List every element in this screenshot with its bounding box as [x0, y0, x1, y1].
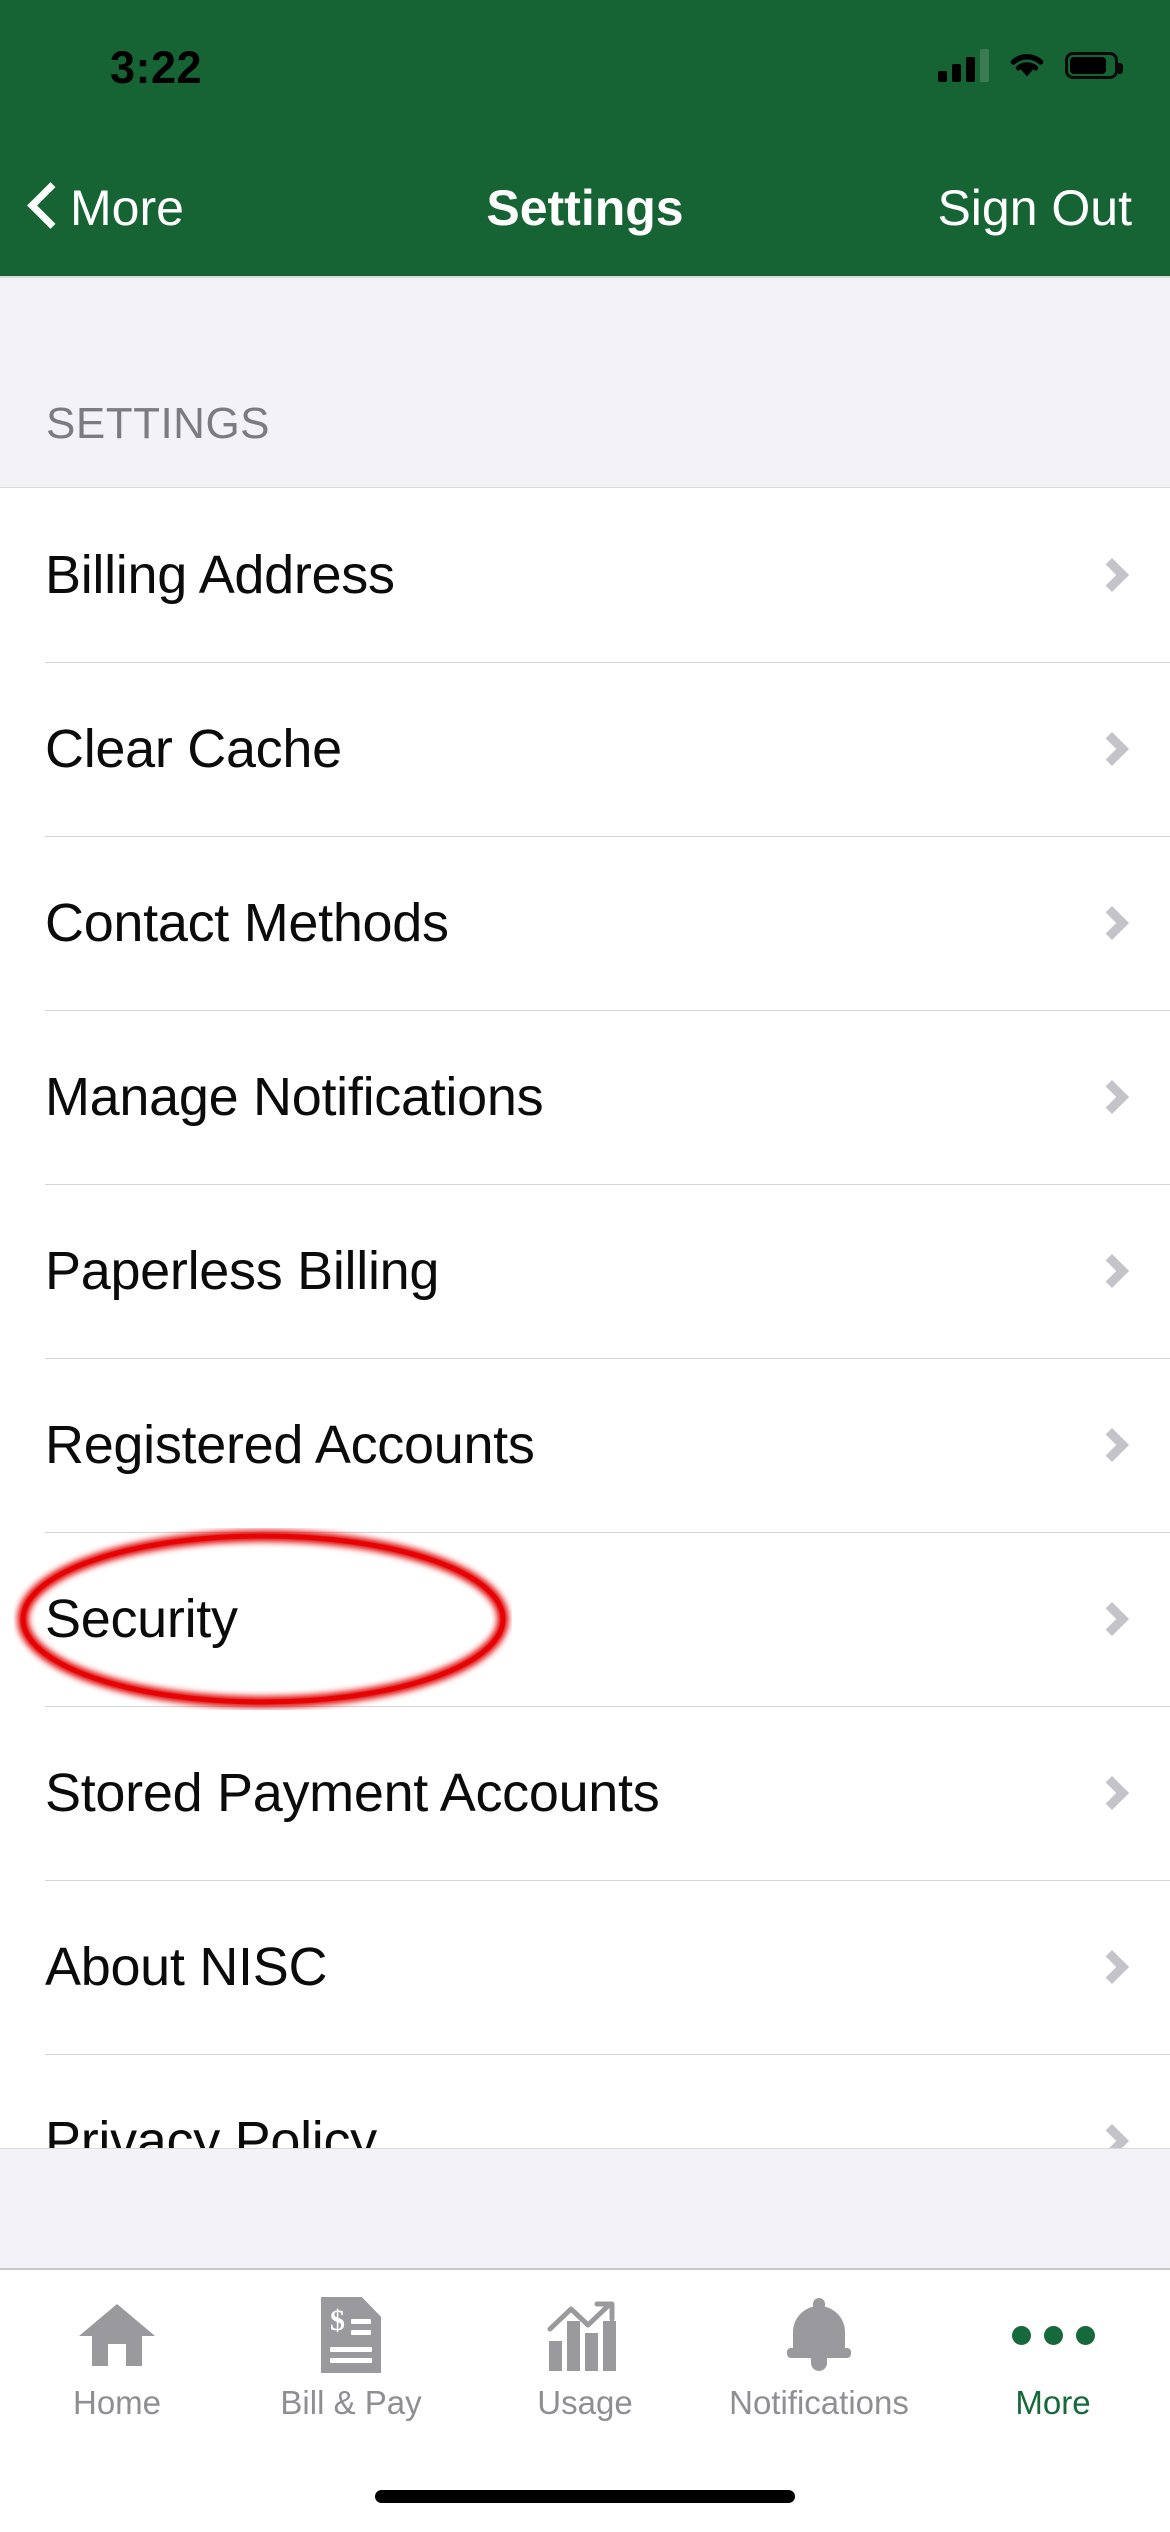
- battery-icon: [1065, 51, 1123, 79]
- list-item-about-nisc[interactable]: About NISC: [0, 1880, 1170, 2054]
- status-bar-indicators: [938, 48, 1123, 82]
- list-item-label: Manage Notifications: [45, 1067, 544, 1127]
- chevron-right-icon: [1095, 1602, 1129, 1636]
- list-item-manage-notifications[interactable]: Manage Notifications: [0, 1010, 1170, 1184]
- tab-more[interactable]: More: [936, 2270, 1170, 2460]
- tab-label: Notifications: [729, 2384, 909, 2421]
- chevron-right-icon: [1095, 558, 1129, 592]
- home-indicator: [375, 2490, 795, 2503]
- chevron-right-icon: [1095, 1080, 1129, 1114]
- list-item-stored-payment-accounts[interactable]: Stored Payment Accounts: [0, 1706, 1170, 1880]
- tab-label: More: [1015, 2384, 1091, 2421]
- tab-notifications[interactable]: Notifications: [702, 2270, 936, 2460]
- chevron-right-icon: [1095, 906, 1129, 940]
- tab-home[interactable]: Home: [0, 2270, 234, 2460]
- list-item-paperless-billing[interactable]: Paperless Billing: [0, 1184, 1170, 1358]
- list-item-label: Stored Payment Accounts: [45, 1763, 660, 1823]
- chevron-right-icon: [1095, 1950, 1129, 1984]
- chevron-right-icon: [1095, 732, 1129, 766]
- list-item-label: Billing Address: [45, 545, 395, 605]
- settings-list: Billing Address Clear Cache Contact Meth…: [0, 488, 1170, 2228]
- bar-chart-icon: [541, 2292, 629, 2378]
- list-item-label: Clear Cache: [45, 719, 342, 779]
- cellular-signal-icon: [938, 48, 989, 82]
- wifi-icon: [1007, 50, 1047, 80]
- list-item-billing-address[interactable]: Billing Address: [0, 488, 1170, 662]
- status-bar: 3:22: [0, 0, 1170, 140]
- status-bar-time: 3:22: [110, 42, 203, 93]
- list-item-registered-accounts[interactable]: Registered Accounts: [0, 1358, 1170, 1532]
- list-item-label: Contact Methods: [45, 893, 449, 953]
- chevron-right-icon: [1095, 1254, 1129, 1288]
- home-icon: [73, 2292, 161, 2378]
- list-footer-spacer: [0, 2148, 1170, 2270]
- list-item-contact-methods[interactable]: Contact Methods: [0, 836, 1170, 1010]
- bill-document-icon: $: [307, 2292, 395, 2378]
- list-item-label: About NISC: [45, 1937, 328, 1997]
- phone-screen: 3:22 More Settings Sign Out SETTINGS Bil…: [0, 0, 1170, 2532]
- chevron-right-icon: [1095, 1428, 1129, 1462]
- sign-out-button[interactable]: Sign Out: [937, 179, 1132, 237]
- list-item-label: Security: [45, 1589, 238, 1649]
- tab-label: Usage: [537, 2384, 633, 2421]
- tab-label: Home: [72, 2384, 162, 2421]
- tab-bill-and-pay[interactable]: $ Bill & Pay: [234, 2270, 468, 2460]
- tab-label: Bill & Pay: [280, 2384, 422, 2421]
- list-item-security[interactable]: Security: [0, 1532, 1170, 1706]
- navigation-bar: More Settings Sign Out: [0, 140, 1170, 276]
- section-header-label: SETTINGS: [46, 399, 271, 448]
- list-item-label: Paperless Billing: [45, 1241, 440, 1301]
- ellipsis-icon: [1009, 2292, 1097, 2378]
- chevron-right-icon: [1095, 1776, 1129, 1810]
- list-item-label: Registered Accounts: [45, 1415, 535, 1475]
- tab-usage[interactable]: Usage: [468, 2270, 702, 2460]
- section-header: SETTINGS: [0, 276, 1170, 488]
- bell-icon: [775, 2292, 863, 2378]
- list-item-clear-cache[interactable]: Clear Cache: [0, 662, 1170, 836]
- bottom-tab-bar: Home $ Bill & Pay Usage Notifications Mo…: [0, 2270, 1170, 2460]
